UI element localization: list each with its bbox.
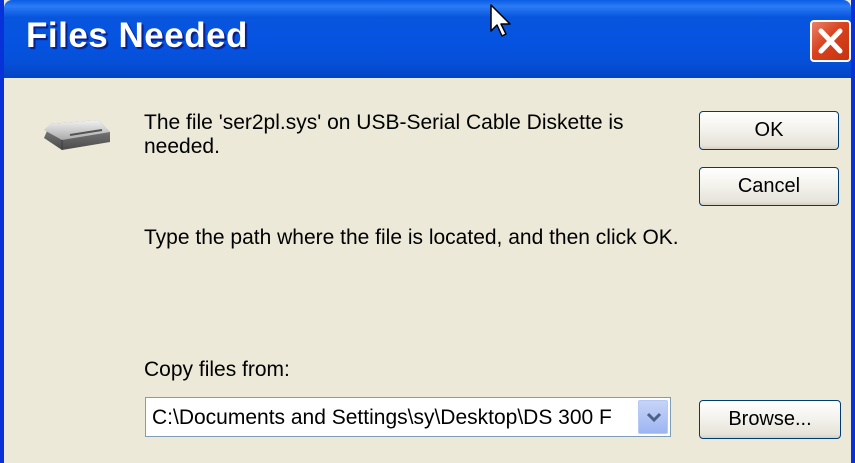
copy-files-path-input[interactable]: C:\Documents and Settings\sy\Desktop\DS … [152,406,632,430]
window-title: Files Needed [26,16,248,55]
close-button[interactable] [810,20,851,62]
copy-files-label: Copy files from: [144,358,290,381]
chevron-down-icon [646,412,662,423]
dialog-body: The file 'ser2pl.sys' on USB-Serial Cabl… [4,78,851,463]
file-needed-message: The file 'ser2pl.sys' on USB-Serial Cabl… [144,111,624,158]
cancel-button[interactable]: Cancel [699,167,839,206]
browse-button[interactable]: Browse... [699,400,841,439]
mouse-cursor-icon [490,4,511,37]
path-instruction: Type the path where the file is located,… [144,226,679,249]
copy-files-path-combobox[interactable]: C:\Documents and Settings\sy\Desktop\DS … [145,397,671,437]
close-icon [818,28,843,54]
path-dropdown-button[interactable] [638,400,668,434]
ok-button[interactable]: OK [699,111,839,150]
files-needed-dialog: Files Needed The file 'ser2pl.sys' on US… [0,0,855,463]
disk-drive-icon [44,120,110,150]
title-bar[interactable]: Files Needed [4,0,851,78]
